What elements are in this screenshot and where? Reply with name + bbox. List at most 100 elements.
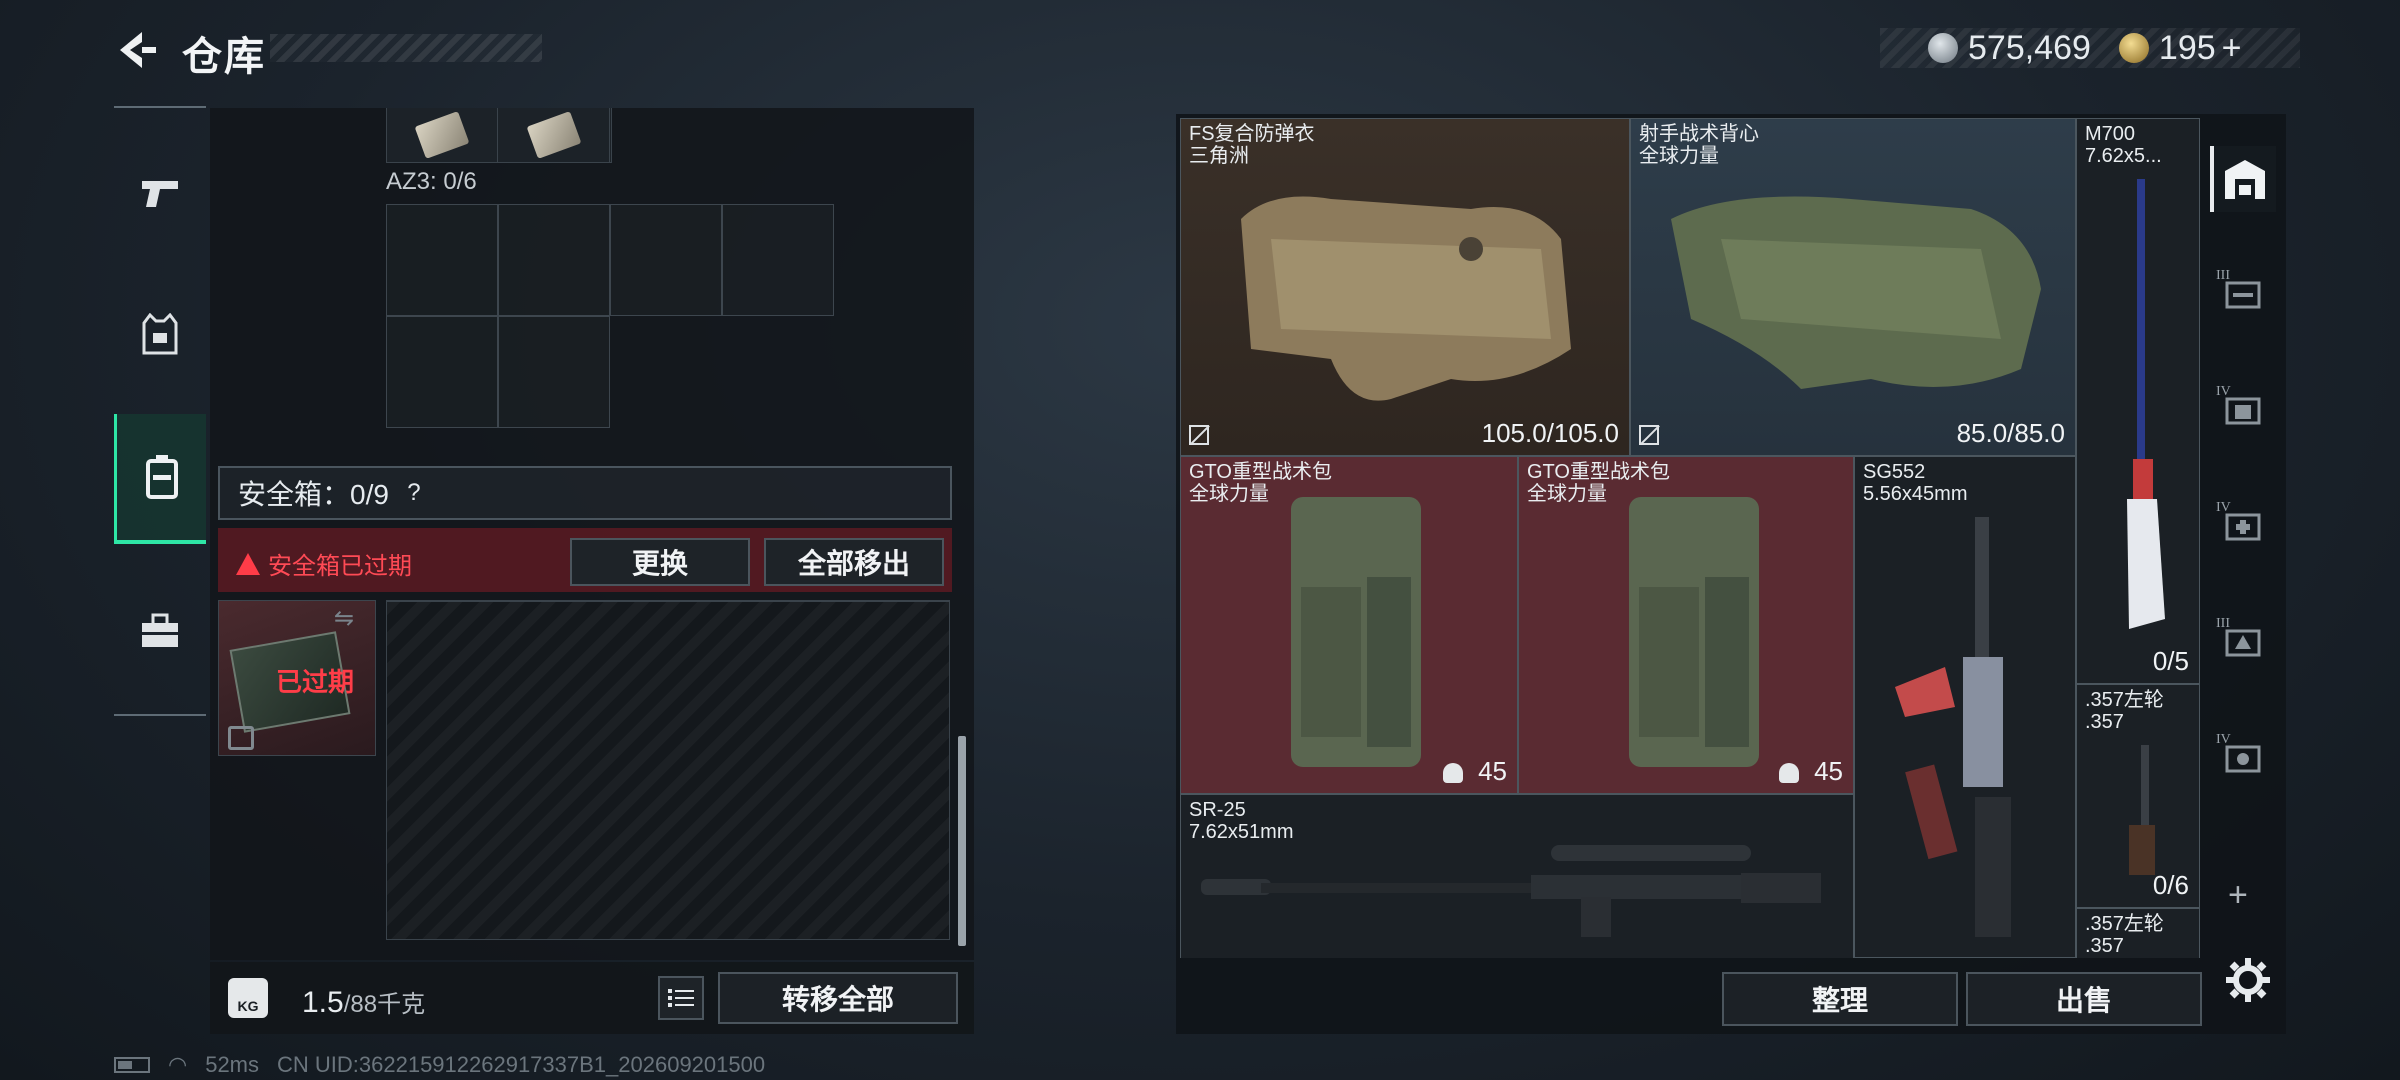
uid: CN UID:362215912262917337B1_202609201500 <box>277 1052 766 1077</box>
warning-icon <box>236 552 260 575</box>
az3-capacity-label: AZ3: 0/6 <box>386 168 477 195</box>
tab-ammo-storage[interactable]: III <box>2210 610 2276 676</box>
item-sg552[interactable]: SG552 5.56x45mm <box>1854 456 2076 958</box>
add-storage-button[interactable]: + <box>2228 876 2248 915</box>
grid-slot[interactable] <box>386 316 498 428</box>
item-357-revolver[interactable]: .357左轮 .357 <box>2076 908 2200 958</box>
item-name: .357左轮 .357 <box>2085 689 2164 733</box>
status-bar: ◠ 52ms CN UID:362215912262917337B1_20260… <box>114 1052 765 1078</box>
item-fs-vest[interactable]: FS复合防弹衣 三角洲 105.0/105.0 <box>1180 118 1630 456</box>
grid-slot[interactable] <box>498 204 610 316</box>
help-icon[interactable]: ? <box>399 478 429 508</box>
tab-weapon-storage[interactable]: III <box>2210 262 2276 328</box>
ammo-box-icon <box>414 111 470 159</box>
replace-button[interactable]: 更换 <box>570 538 750 586</box>
item-m700[interactable]: M700 7.62x5... 0/5 <box>2076 118 2200 684</box>
item-gto-backpack[interactable]: GTO重型战术包 全球力量 45 <box>1518 456 1854 794</box>
scrollbar[interactable] <box>958 736 966 946</box>
assault-rifle-image <box>1895 517 2011 937</box>
item-shooter-vest[interactable]: 射手战术背心 全球力量 85.0/85.0 <box>1630 118 2076 456</box>
tier-label: IV <box>2216 384 2231 399</box>
back-button[interactable] <box>112 28 160 72</box>
currency-bar: 575,469 195 + <box>1880 28 2300 68</box>
durability: 85.0/85.0 <box>1956 418 2065 448</box>
add-currency-button[interactable]: + <box>2222 29 2242 68</box>
expired-warning: 安全箱已过期 <box>236 546 412 581</box>
sniper-rifle-image <box>1201 845 1821 937</box>
wifi-icon: ◠ <box>168 1052 188 1077</box>
settings-button[interactable] <box>2226 958 2270 1007</box>
helmet-icon <box>1443 763 1463 783</box>
lock-icon <box>228 726 254 750</box>
capacity: 45 <box>1814 756 1843 786</box>
list-icon <box>668 989 694 1007</box>
helmet-icon <box>1779 763 1799 783</box>
transfer-all-button[interactable]: 转移全部 <box>718 972 958 1024</box>
item-slot[interactable] <box>387 108 498 162</box>
no-insure-icon <box>1189 425 1209 445</box>
tab-warehouse[interactable] <box>2210 146 2276 212</box>
warehouse-grid: FS复合防弹衣 三角洲 105.0/105.0 射手战术背心 全球力量 85.0/8… <box>1180 118 2200 958</box>
capacity: 45 <box>1478 756 1507 786</box>
ping: 52ms <box>205 1052 259 1077</box>
safe-box-header: 安全箱：0/9 ? <box>218 466 952 520</box>
sort-button[interactable]: 整理 <box>1722 972 1958 1026</box>
nav-toolbox[interactable] <box>114 566 206 696</box>
tier-label: IV <box>2216 732 2231 747</box>
pistol-icon <box>142 181 178 207</box>
gear-icon <box>2226 958 2270 1002</box>
tier-label: III <box>2216 268 2230 283</box>
warehouse-icon <box>2225 160 2265 199</box>
tier-label: IV <box>2216 500 2231 515</box>
safe-expired-label: 已过期 <box>276 667 355 697</box>
nav-equipment[interactable] <box>114 270 206 400</box>
rifle-image <box>2127 179 2165 629</box>
no-insure-icon <box>1639 425 1659 445</box>
weight-readout: 1.5/88千克 <box>302 984 425 1020</box>
grid-slot[interactable] <box>386 204 498 316</box>
grid-slot[interactable] <box>610 204 722 316</box>
left-nav <box>114 106 206 716</box>
grid-slot[interactable] <box>498 316 610 428</box>
gold-coin-icon <box>2118 33 2149 63</box>
ammo-count: 0/5 <box>2152 646 2189 676</box>
vest-icon <box>142 313 178 355</box>
list-view-button[interactable] <box>658 976 704 1020</box>
item-name: GTO重型战术包 全球力量 <box>1189 461 1332 505</box>
expired-message: 安全箱已过期 <box>268 553 412 580</box>
item-gto-backpack[interactable]: GTO重型战术包 全球力量 45 <box>1180 456 1518 794</box>
grid-slot[interactable] <box>722 204 834 316</box>
tab-medical-storage[interactable]: IV <box>2210 494 2276 560</box>
item-slot[interactable] <box>499 108 610 162</box>
tier-label: III <box>2216 616 2230 631</box>
item-name: SG552 5.56x45mm <box>1863 461 1968 505</box>
item-sr25[interactable]: SR-25 7.62x51mm <box>1180 794 1854 958</box>
swap-icon[interactable]: ⇋ <box>334 604 354 633</box>
item-357-revolver[interactable]: .357左轮 .357 0/6 <box>2076 684 2200 908</box>
item-name: 射手战术背心 全球力量 <box>1639 123 1759 167</box>
item-name: M700 7.62x5... <box>2085 123 2162 167</box>
gold-amount: 195 <box>2158 28 2216 67</box>
silver-coin-icon <box>1928 33 1958 63</box>
nav-safe-box[interactable] <box>114 414 206 544</box>
ammo-box-icon <box>526 111 582 159</box>
body-armor-image <box>1241 196 1571 401</box>
backpack-image <box>1291 497 1421 767</box>
tab-misc-storage[interactable]: IV <box>2210 726 2276 792</box>
silver-amount: 575,469 <box>1968 28 2091 67</box>
battery-icon <box>114 1057 150 1073</box>
backpack-image <box>1629 497 1759 767</box>
move-out-all-button[interactable]: 全部移出 <box>764 538 944 586</box>
weight-max: /88千克 <box>343 991 426 1018</box>
tab-equipment-storage[interactable]: IV <box>2210 378 2276 444</box>
nav-weapons[interactable] <box>114 128 206 258</box>
pouch-items-row <box>386 108 612 163</box>
safe-box-grid[interactable] <box>386 600 950 940</box>
item-name: FS复合防弹衣 三角洲 <box>1189 123 1315 167</box>
item-name: GTO重型战术包 全球力量 <box>1527 461 1670 505</box>
ammo-count: 0/6 <box>2152 870 2189 900</box>
sell-button[interactable]: 出售 <box>1966 972 2202 1026</box>
durability: 105.0/105.0 <box>1481 418 1619 448</box>
item-name: .357左轮 .357 <box>2085 913 2164 957</box>
weight-current: 1.5 <box>302 986 344 1019</box>
